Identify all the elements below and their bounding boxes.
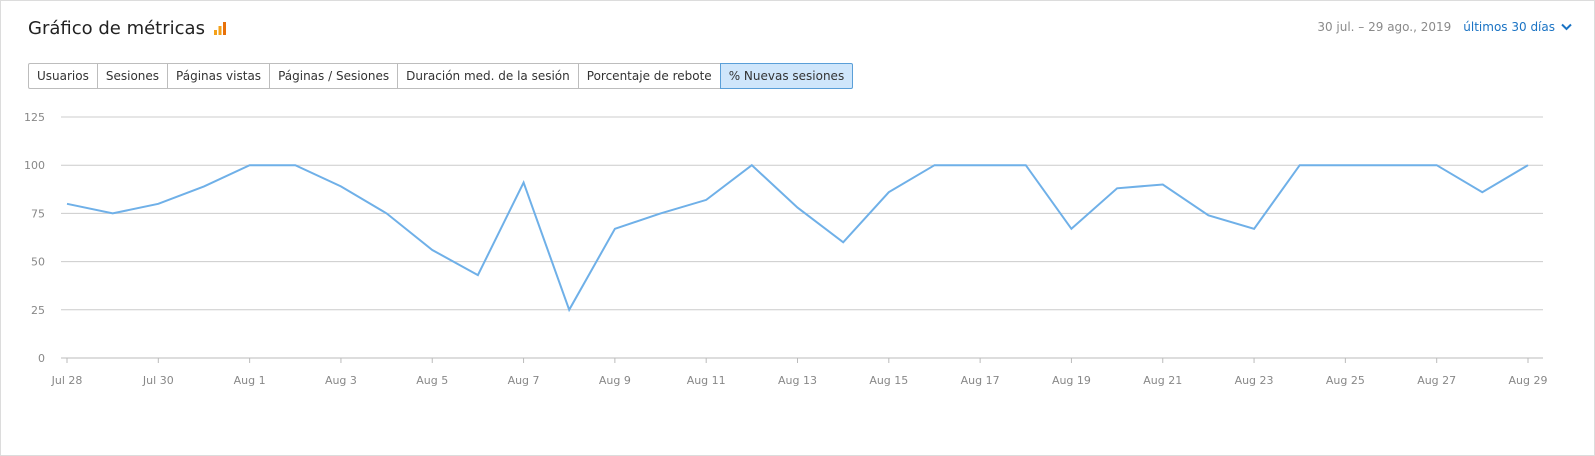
x-tick-label: Aug 9 — [599, 374, 631, 387]
series-line — [66, 163, 1529, 313]
panel-title: Gráfico de métricas — [28, 18, 227, 39]
analytics-icon — [213, 21, 226, 35]
period-dropdown[interactable]: últimos 30 días — [1463, 20, 1572, 34]
x-tick-label: Aug 27 — [1417, 374, 1456, 387]
y-tick-label: 0 — [38, 352, 45, 365]
x-tick-label: Aug 19 — [1052, 374, 1091, 387]
period-dropdown-label: últimos 30 días — [1463, 20, 1555, 34]
y-tick-label: 125 — [24, 111, 45, 124]
tab-paginas-vistas[interactable]: Páginas vistas — [167, 63, 271, 89]
x-tick-label: Jul 28 — [51, 374, 83, 387]
y-tick-label: 100 — [24, 159, 45, 172]
chevron-down-icon — [1561, 23, 1572, 31]
x-tick-label: Aug 25 — [1326, 374, 1365, 387]
x-tick-label: Aug 7 — [508, 374, 540, 387]
x-tick-label: Aug 15 — [869, 374, 908, 387]
tab-nuevas-sesiones[interactable]: % Nuevas sesiones — [719, 63, 854, 89]
y-tick-label: 25 — [31, 304, 45, 317]
x-tick-label: Aug 17 — [961, 374, 1000, 387]
tab-duracion-sesion[interactable]: Duración med. de la sesión — [397, 63, 579, 89]
y-tick-label: 50 — [31, 256, 45, 269]
date-range-text: 30 jul. – 29 ago., 2019 — [1317, 20, 1452, 34]
x-tick-label: Aug 13 — [778, 374, 817, 387]
date-range-area: 30 jul. – 29 ago., 2019 últimos 30 días — [1317, 20, 1572, 34]
tab-porcentaje-rebote[interactable]: Porcentaje de rebote — [577, 63, 721, 89]
tab-paginas-sesiones[interactable]: Páginas / Sesiones — [269, 63, 399, 89]
x-tick-label: Aug 23 — [1235, 374, 1274, 387]
metrics-chart-panel: Gráfico de métricas 30 jul. – 29 ago., 2… — [0, 0, 1595, 456]
tab-sesiones[interactable]: Sesiones — [96, 63, 169, 89]
panel-title-text: Gráfico de métricas — [28, 18, 205, 39]
y-tick-label: 75 — [31, 207, 45, 220]
x-tick-label: Aug 11 — [687, 374, 726, 387]
x-tick-label: Jul 30 — [142, 374, 174, 387]
metric-tabs: Usuarios Sesiones Páginas vistas Páginas… — [28, 63, 854, 89]
x-tick-label: Aug 21 — [1143, 374, 1182, 387]
line-chart: 0 25 50 75 100 125 Jul 28 Jul 30 Aug 1 Aug 3 Aug 5… — [24, 111, 1548, 387]
x-tick-label: Aug 5 — [416, 374, 448, 387]
x-tick-label: Aug 3 — [325, 374, 357, 387]
x-tick-label: Aug 29 — [1509, 374, 1548, 387]
x-tick-label: Aug 1 — [234, 374, 266, 387]
tab-usuarios[interactable]: Usuarios — [28, 63, 98, 89]
